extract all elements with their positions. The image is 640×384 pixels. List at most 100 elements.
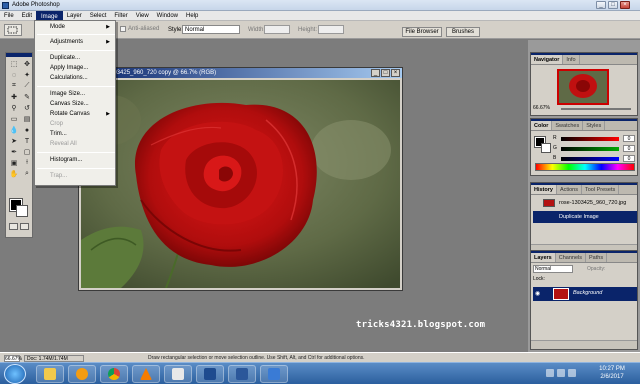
blur-tool-icon[interactable]: 💧 bbox=[8, 125, 20, 135]
close-button[interactable]: × bbox=[620, 1, 630, 9]
height-input[interactable] bbox=[318, 25, 344, 34]
brush-tool-icon[interactable]: ✎ bbox=[21, 92, 33, 102]
status-zoom[interactable]: 66.67% bbox=[4, 355, 22, 362]
menu-rotate-canvas[interactable]: Rotate Canvas ▶ bbox=[35, 110, 115, 119]
menu-file[interactable]: File bbox=[0, 11, 18, 20]
menu-select[interactable]: Select bbox=[86, 11, 111, 20]
flag-icon[interactable] bbox=[568, 369, 576, 377]
menu-layer[interactable]: Layer bbox=[63, 11, 86, 20]
menu-trap[interactable]: Trap... bbox=[35, 172, 115, 181]
menu-image[interactable]: Image bbox=[36, 11, 63, 20]
menu-canvas-size[interactable]: Canvas Size... bbox=[35, 100, 115, 109]
start-button[interactable] bbox=[4, 364, 26, 384]
vlc-icon[interactable] bbox=[132, 365, 160, 383]
chrome-icon[interactable] bbox=[100, 365, 128, 383]
network-icon[interactable] bbox=[546, 369, 554, 377]
green-slider[interactable] bbox=[561, 147, 619, 151]
tab-channels[interactable]: Channels bbox=[556, 253, 586, 262]
doc-minimize-button[interactable]: _ bbox=[371, 69, 380, 77]
zoom-tool-icon[interactable]: ⌕ bbox=[21, 169, 33, 179]
menu-help[interactable]: Help bbox=[182, 11, 202, 20]
menu-filter[interactable]: Filter bbox=[110, 11, 131, 20]
navigator-zoom[interactable]: 66.67% bbox=[533, 105, 550, 111]
eyedropper-tool-icon[interactable]: ⟊ bbox=[21, 158, 33, 168]
menu-mode[interactable]: Mode ▶ bbox=[35, 23, 115, 32]
color-background-swatch[interactable] bbox=[541, 143, 551, 153]
pen-tool-icon[interactable]: ✒ bbox=[8, 147, 20, 157]
menu-apply-image[interactable]: Apply Image... bbox=[35, 64, 115, 73]
green-value[interactable]: 0 bbox=[623, 145, 635, 152]
crop-tool-icon[interactable]: ⌗ bbox=[8, 81, 20, 91]
tab-navigator[interactable]: Navigator bbox=[531, 55, 564, 64]
blend-mode-select[interactable]: Normal bbox=[533, 265, 573, 273]
file-browser-tab[interactable]: File Browser bbox=[402, 27, 442, 37]
style-select[interactable]: Normal bbox=[182, 25, 240, 34]
blue-slider[interactable] bbox=[561, 157, 619, 161]
red-slider[interactable] bbox=[561, 137, 619, 141]
tab-color[interactable]: Color bbox=[531, 121, 553, 130]
menu-adjustments[interactable]: Adjustments ▶ bbox=[35, 38, 115, 47]
history-snapshot[interactable]: rose-1303425_960_720.jpg bbox=[533, 197, 637, 209]
tool-preset-picker[interactable] bbox=[4, 24, 22, 36]
tab-actions[interactable]: Actions bbox=[557, 185, 582, 194]
width-input[interactable] bbox=[264, 25, 290, 34]
navigator-thumbnail[interactable] bbox=[557, 69, 609, 105]
history-brush-tool-icon[interactable]: ↺ bbox=[21, 103, 33, 113]
photoshop-icon[interactable] bbox=[196, 365, 224, 383]
slice-tool-icon[interactable]: ⟋ bbox=[21, 81, 33, 91]
tab-tool-presets[interactable]: Tool Presets bbox=[582, 185, 620, 194]
tab-layers[interactable]: Layers bbox=[531, 253, 556, 262]
volume-icon[interactable] bbox=[557, 369, 565, 377]
clone-stamp-tool-icon[interactable]: ⚲ bbox=[8, 103, 20, 113]
menu-crop[interactable]: Crop bbox=[35, 120, 115, 129]
document-window[interactable]: rose-1303425_960_720 copy @ 66.7% (RGB) … bbox=[78, 67, 403, 291]
maximize-button[interactable]: □ bbox=[608, 1, 618, 9]
shape-tool-icon[interactable]: ▢ bbox=[21, 147, 33, 157]
document-title[interactable]: rose-1303425_960_720 copy @ 66.7% (RGB) bbox=[79, 68, 402, 78]
menu-calculations[interactable]: Calculations... bbox=[35, 74, 115, 83]
standard-mode-button[interactable] bbox=[9, 223, 18, 230]
paint-icon[interactable] bbox=[164, 365, 192, 383]
doc-maximize-button[interactable]: □ bbox=[381, 69, 390, 77]
document-canvas[interactable] bbox=[81, 80, 400, 288]
hand-tool-icon[interactable]: ✋ bbox=[8, 169, 20, 179]
tab-styles[interactable]: Styles bbox=[583, 121, 606, 130]
quick-mask-button[interactable] bbox=[20, 223, 29, 230]
taskbar-clock[interactable]: 10:27 PM 2/6/2017 bbox=[588, 365, 636, 381]
anti-aliased-checkbox[interactable] bbox=[120, 26, 126, 32]
menu-duplicate[interactable]: Duplicate... bbox=[35, 54, 115, 63]
background-color-swatch[interactable] bbox=[16, 205, 28, 217]
tab-history[interactable]: History bbox=[531, 185, 557, 194]
healing-brush-tool-icon[interactable]: ✚ bbox=[8, 92, 20, 102]
type-tool-icon[interactable]: T bbox=[21, 136, 33, 146]
menu-window[interactable]: Window bbox=[153, 11, 182, 20]
blue-value[interactable]: 0 bbox=[623, 155, 635, 162]
word-icon[interactable] bbox=[228, 365, 256, 383]
lasso-tool-icon[interactable]: ◌ bbox=[8, 70, 20, 80]
notes-tool-icon[interactable]: ▣ bbox=[8, 158, 20, 168]
media-player-icon[interactable] bbox=[68, 365, 96, 383]
minimize-button[interactable]: _ bbox=[596, 1, 606, 9]
eraser-tool-icon[interactable]: ▭ bbox=[8, 114, 20, 124]
tab-info[interactable]: Info bbox=[563, 55, 580, 64]
eye-icon[interactable]: ◉ bbox=[535, 290, 540, 297]
explorer-icon[interactable] bbox=[36, 365, 64, 383]
dodge-tool-icon[interactable]: ● bbox=[21, 125, 33, 135]
menu-histogram[interactable]: Histogram... bbox=[35, 156, 115, 165]
layer-row[interactable]: ◉ Background bbox=[533, 287, 637, 301]
menu-image-size[interactable]: Image Size... bbox=[35, 90, 115, 99]
magic-wand-tool-icon[interactable]: ✦ bbox=[21, 70, 33, 80]
menu-edit[interactable]: Edit bbox=[18, 11, 36, 20]
move-tool-icon[interactable]: ✥ bbox=[21, 59, 33, 69]
explorer-icon-2[interactable] bbox=[260, 365, 288, 383]
gradient-tool-icon[interactable]: ▤ bbox=[21, 114, 33, 124]
path-selection-tool-icon[interactable]: ➤ bbox=[8, 136, 20, 146]
history-step[interactable]: Duplicate Image bbox=[533, 211, 637, 223]
color-spectrum[interactable] bbox=[535, 163, 635, 171]
menu-view[interactable]: View bbox=[132, 11, 153, 20]
tab-paths[interactable]: Paths bbox=[586, 253, 608, 262]
status-doc-size[interactable]: Doc: 1.74M/1.74M bbox=[24, 355, 84, 362]
navigator-zoom-slider[interactable] bbox=[561, 108, 631, 110]
marquee-tool-icon[interactable]: ⬚ bbox=[8, 59, 20, 69]
doc-close-button[interactable]: × bbox=[391, 69, 400, 77]
